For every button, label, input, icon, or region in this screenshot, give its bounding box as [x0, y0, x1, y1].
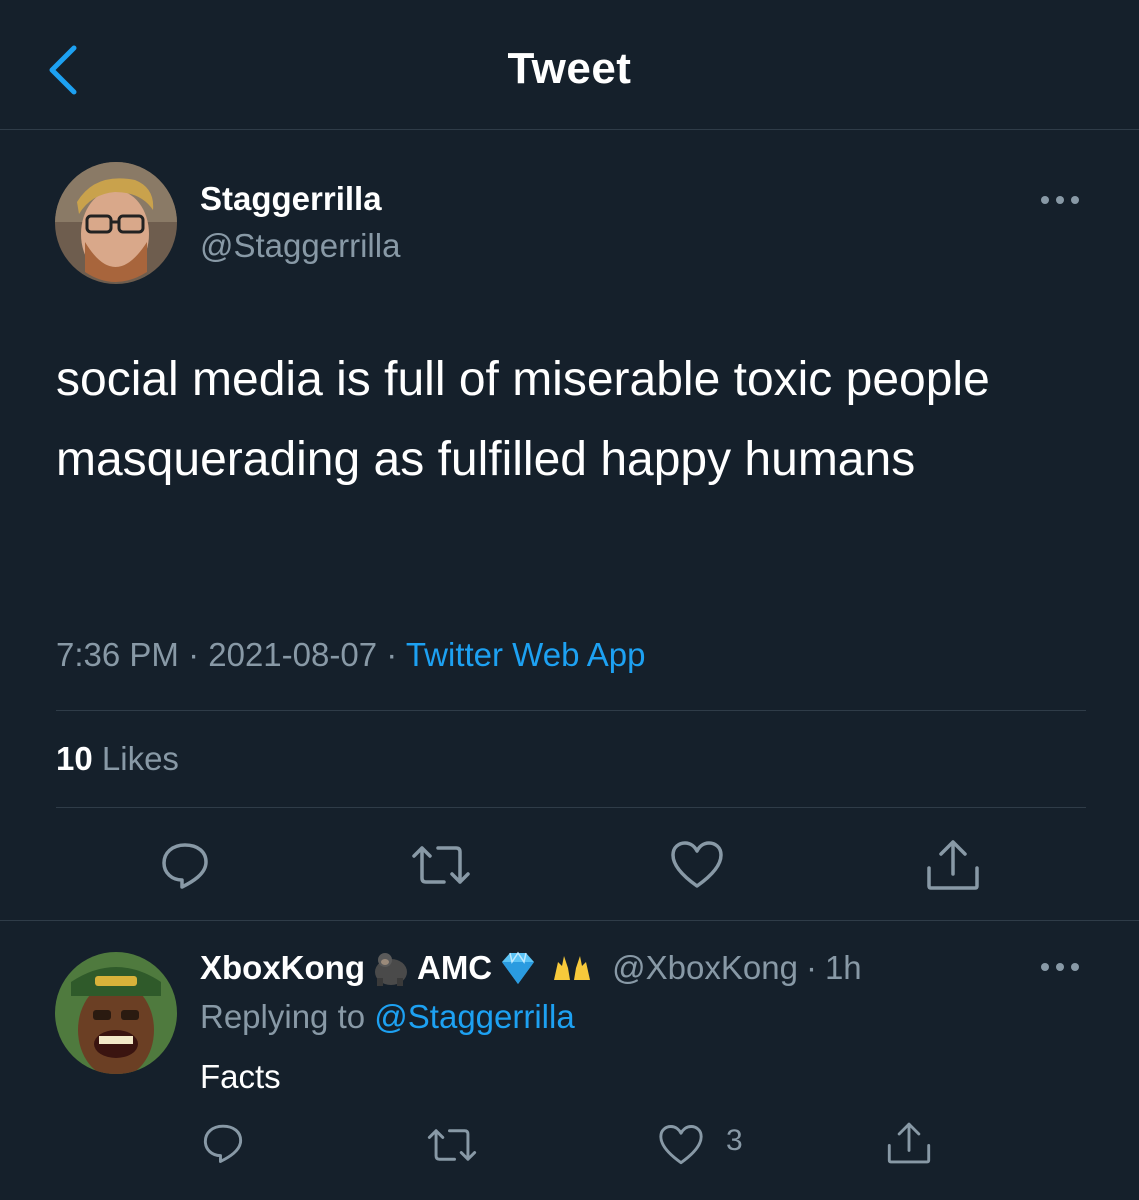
author-handle[interactable]: @Staggerrilla	[200, 227, 400, 265]
avatar[interactable]	[55, 952, 177, 1074]
reply-text: Facts	[200, 1058, 281, 1095]
tweet-text: social media is full of miserable toxic …	[56, 353, 990, 486]
top-bar: Tweet	[0, 0, 1139, 130]
divider	[56, 807, 1086, 808]
tweet-meta: 7:36 PM · 2021-08-07 · Twitter Web App	[56, 636, 645, 674]
tweet-source-link[interactable]: Twitter Web App	[406, 636, 646, 673]
avatar[interactable]	[55, 162, 177, 284]
tweet-time: 7:36 PM	[56, 636, 179, 673]
share-icon[interactable]	[886, 1120, 932, 1166]
more-options-icon[interactable]	[1038, 957, 1082, 977]
divider	[56, 710, 1086, 711]
likes-summary[interactable]: 10 Likes	[56, 740, 179, 778]
gorilla-icon	[371, 950, 411, 986]
reply-time: 1h	[824, 949, 862, 986]
heart-icon[interactable]	[670, 840, 724, 890]
reply-author-name-suffix[interactable]: AMC	[417, 949, 492, 987]
author-name[interactable]: Staggerrilla	[200, 180, 382, 218]
more-options-icon[interactable]	[1038, 190, 1082, 210]
retweet-icon[interactable]	[410, 840, 472, 890]
meta-separator: ·	[805, 949, 817, 986]
reply-icon[interactable]	[160, 840, 210, 890]
replying-mention-link[interactable]: @Staggerrilla	[374, 998, 574, 1035]
retweet-icon[interactable]	[426, 1124, 478, 1166]
replying-to-line: Replying to @Staggerrilla	[200, 998, 575, 1036]
share-icon[interactable]	[925, 838, 981, 892]
heart-icon[interactable]	[658, 1124, 704, 1166]
divider	[0, 920, 1139, 921]
reply-author-handle[interactable]: @XboxKong	[612, 949, 798, 987]
meta-separator: ·	[188, 636, 200, 673]
reply-icon[interactable]	[202, 1122, 244, 1164]
reply-author-name[interactable]: XboxKong	[200, 949, 365, 987]
likes-count: 10	[56, 740, 93, 777]
reply-like-count: 3	[726, 1124, 743, 1157]
likes-label: Likes	[101, 740, 179, 777]
meta-separator: ·	[386, 636, 398, 673]
raising-hands-icon	[550, 952, 594, 984]
gem-icon	[498, 950, 538, 986]
reply-header: XboxKong AMC @XboxKong · 1h	[200, 946, 862, 990]
replying-label: Replying to	[200, 998, 366, 1035]
page-title: Tweet	[507, 44, 632, 93]
tweet-date: 2021-08-07	[208, 636, 378, 673]
